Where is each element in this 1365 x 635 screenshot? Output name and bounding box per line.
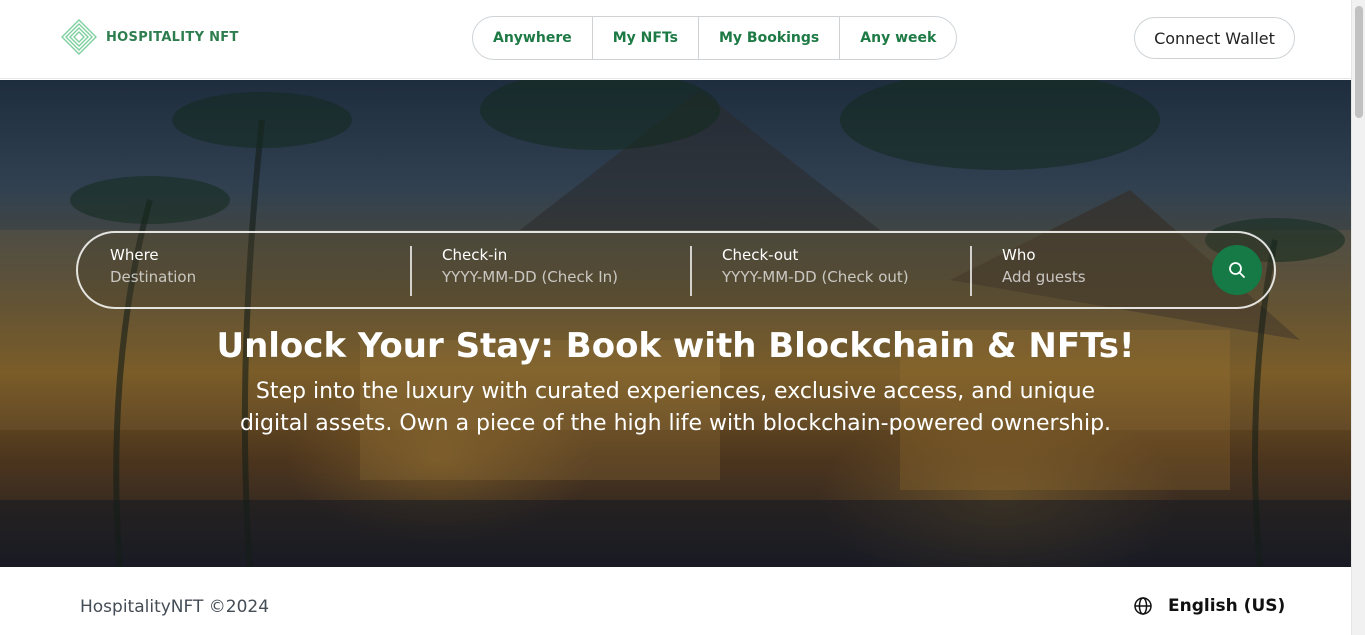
nav-my-nfts[interactable]: My NFTs [593,17,699,59]
search-icon [1229,262,1245,278]
language-selector[interactable]: English (US) [1133,596,1285,616]
checkin-input[interactable] [442,268,672,286]
checkout-field: Check-out [722,246,952,296]
who-label: Who [1002,246,1036,264]
globe-icon [1134,597,1152,615]
where-field: Where [110,246,340,296]
main-nav: Anywhere My NFTs My Bookings Any week [472,16,958,60]
search-divider [970,246,972,296]
search-button[interactable] [1212,245,1262,295]
hero-overlay [0,80,1351,567]
checkout-label: Check-out [722,246,799,264]
who-field: Who [1002,246,1202,296]
search-divider [690,246,692,296]
scrollbar-thumb[interactable] [1355,6,1363,118]
where-label: Where [110,246,159,264]
footer-copyright: HospitalityNFT ©2024 [80,597,270,617]
brand-logo[interactable]: HOSPITALITY NFT [60,18,239,56]
guests-input[interactable] [1002,268,1202,286]
search-bar: Where Check-in Check-out Who [76,231,1276,309]
language-label: English (US) [1168,596,1286,616]
top-header: HOSPITALITY NFT Anywhere My NFTs My Book… [0,0,1351,79]
page-scrollbar[interactable] [1351,0,1365,635]
checkin-label: Check-in [442,246,508,264]
logo-diamond-icon [61,19,97,55]
destination-input[interactable] [110,268,340,286]
checkin-field: Check-in [442,246,672,296]
nav-anywhere[interactable]: Anywhere [473,17,593,59]
hero-subline: Step into the luxury with curated experi… [239,379,1112,436]
nav-any-week[interactable]: Any week [840,17,956,59]
nav-my-bookings[interactable]: My Bookings [699,17,841,59]
search-divider [410,246,412,296]
checkout-input[interactable] [722,268,952,286]
brand-name: HOSPITALITY NFT [106,29,239,45]
hero-banner: Where Check-in Check-out Who Unlock Your… [0,80,1351,567]
connect-wallet-button[interactable]: Connect Wallet [1134,17,1295,59]
hero-headline: Unlock Your Stay: Book with Blockchain &… [216,326,1135,366]
